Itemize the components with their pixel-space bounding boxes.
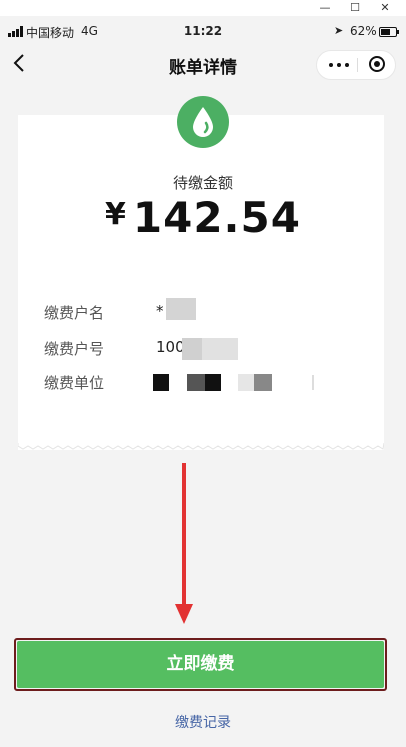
amount-due-label: 待缴金额 <box>172 174 233 192</box>
redaction-block <box>153 374 169 391</box>
annotation-arrow-head <box>175 604 193 624</box>
bill-card <box>18 115 384 450</box>
redaction-block <box>166 298 196 320</box>
close-window-button[interactable]: ✕ <box>371 0 399 16</box>
window-title-bar: — ☐ ✕ <box>0 0 406 16</box>
account-name-label: 缴费户名 <box>44 304 105 322</box>
battery-icon <box>379 27 399 37</box>
battery-percent: 62% <box>350 24 377 38</box>
amount-due: ¥142.54 <box>0 193 406 242</box>
redaction-block <box>312 375 314 390</box>
location-icon: ➤ <box>334 24 344 37</box>
miniprogram-capsule <box>316 50 396 80</box>
redaction-block <box>205 374 221 391</box>
status-bar: 中国移动 4G 11:22 ➤ 62% <box>0 20 406 44</box>
currency-symbol: ¥ <box>105 197 127 232</box>
redaction-block <box>254 374 272 391</box>
annotation-arrow <box>182 463 186 608</box>
minimize-button[interactable]: — <box>311 0 339 16</box>
billing-unit-label: 缴费单位 <box>44 374 105 392</box>
capsule-divider <box>357 58 358 72</box>
more-icon[interactable] <box>327 57 351 73</box>
status-time: 11:22 <box>183 24 223 38</box>
maximize-button[interactable]: ☐ <box>341 0 369 16</box>
water-drop-icon <box>177 96 229 148</box>
redaction-block <box>187 374 205 391</box>
account-number-label: 缴费户号 <box>44 340 105 358</box>
account-name-value: * <box>156 302 164 320</box>
amount-value: 142.54 <box>132 193 301 242</box>
card-torn-edge <box>18 443 384 450</box>
navigation-bar: 账单详情 <box>0 44 406 86</box>
redaction-block <box>182 338 202 360</box>
payment-history-link[interactable]: 缴费记录 <box>0 712 406 732</box>
account-number-value: 100 <box>156 338 185 356</box>
exit-miniprogram-icon[interactable] <box>369 56 385 72</box>
pay-now-button[interactable]: 立即缴费 <box>17 641 384 688</box>
redaction-block <box>238 374 254 391</box>
